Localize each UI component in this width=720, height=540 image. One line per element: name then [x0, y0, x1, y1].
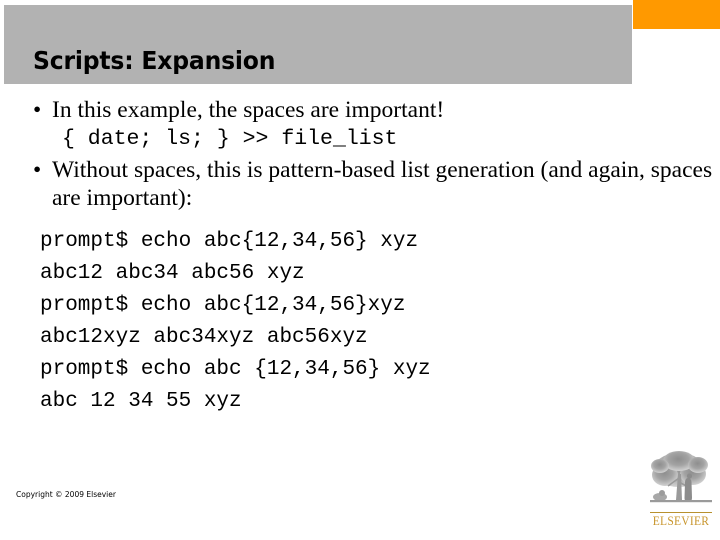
- slide-body: • In this example, the spaces are import…: [0, 96, 720, 418]
- elsevier-logo: ELSEVIER: [648, 448, 714, 536]
- terminal-line: abc12xyz abc34xyz abc56xyz: [40, 326, 368, 349]
- bullet-dot-icon: •: [33, 97, 42, 123]
- copyright-notice: Copyright © 2009 Elsevier: [16, 490, 116, 499]
- logo-divider: [650, 512, 712, 513]
- tree-icon: [650, 451, 712, 503]
- elsevier-wordmark: ELSEVIER: [652, 514, 710, 528]
- terminal-line: abc12 abc34 abc56 xyz: [40, 262, 305, 285]
- terminal-transcript: prompt$ echo abc{12,34,56} xyz abc12 abc…: [0, 226, 720, 418]
- bullet-dot-icon: •: [33, 157, 42, 183]
- slide-canvas: Scripts: Expansion • In this example, th…: [0, 0, 720, 540]
- terminal-line: prompt$ echo abc{12,34,56} xyz: [40, 230, 419, 253]
- terminal-line: abc 12 34 55 xyz: [40, 390, 242, 413]
- terminal-line: prompt$ echo abc {12,34,56} xyz: [40, 358, 431, 381]
- page-title: Scripts: Expansion: [33, 46, 276, 75]
- terminal-line: prompt$ echo abc{12,34,56}xyz: [40, 294, 406, 317]
- bullet-item-2-text: Without spaces, this is pattern-based li…: [52, 157, 713, 211]
- bullet-item-1: • In this example, the spaces are import…: [0, 96, 720, 124]
- accent-bar: [633, 0, 720, 29]
- bullet-item-1-text: In this example, the spaces are importan…: [52, 97, 445, 123]
- inline-code-example: { date; ls; } >> file_list: [62, 127, 398, 151]
- bullet-item-2: • Without spaces, this is pattern-based …: [0, 156, 720, 212]
